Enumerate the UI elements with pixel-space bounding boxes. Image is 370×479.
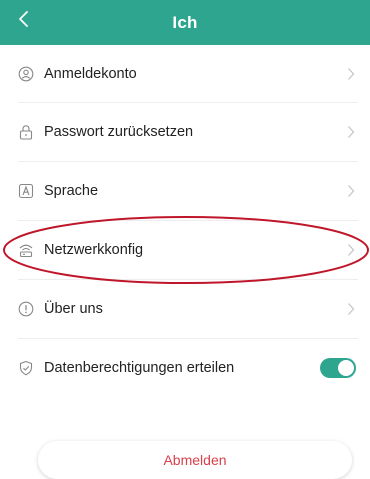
menu-item-login-account[interactable]: Anmeldekonto: [18, 45, 358, 103]
menu-item-label: Netzwerkkonfig: [44, 242, 144, 258]
menu-item-label: Sprache: [44, 183, 99, 199]
data-permissions-toggle[interactable]: [320, 358, 356, 378]
menu-item-network-config[interactable]: Netzwerkkonfig: [18, 221, 358, 280]
logout-label: Abmelden: [163, 452, 227, 468]
menu-item-label: Anmeldekonto: [44, 65, 137, 82]
chevron-left-icon: [17, 10, 31, 33]
menu-item-data-permissions: Datenberechtigungen erteilen: [18, 339, 358, 397]
menu-item-label: Passwort zurücksetzen: [44, 124, 194, 140]
info-icon: [18, 301, 34, 317]
app-header: Ich: [0, 0, 370, 45]
menu-item-label: Über uns: [44, 301, 103, 317]
back-button[interactable]: [12, 9, 36, 33]
page-title: Ich: [172, 12, 198, 32]
chevron-right-icon: [346, 124, 356, 140]
lock-icon: [18, 124, 34, 140]
language-icon: [18, 183, 34, 199]
network-icon: [18, 242, 34, 258]
menu-item-label: Datenberechtigungen erteilen: [44, 360, 235, 376]
logout-button[interactable]: Abmelden: [38, 441, 352, 479]
menu-item-about-us[interactable]: Über uns: [18, 280, 358, 339]
menu-item-language[interactable]: Sprache: [18, 162, 358, 221]
shield-check-icon: [18, 360, 34, 376]
chevron-right-icon: [346, 66, 356, 82]
chevron-right-icon: [346, 242, 356, 258]
chevron-right-icon: [346, 301, 356, 317]
toggle-knob: [338, 360, 354, 376]
menu-item-reset-password[interactable]: Passwort zurücksetzen: [18, 103, 358, 162]
user-circle-icon: [18, 66, 34, 82]
chevron-right-icon: [346, 183, 356, 199]
settings-list: Anmeldekonto Passwort zurücksetzen Sprac…: [0, 45, 370, 397]
